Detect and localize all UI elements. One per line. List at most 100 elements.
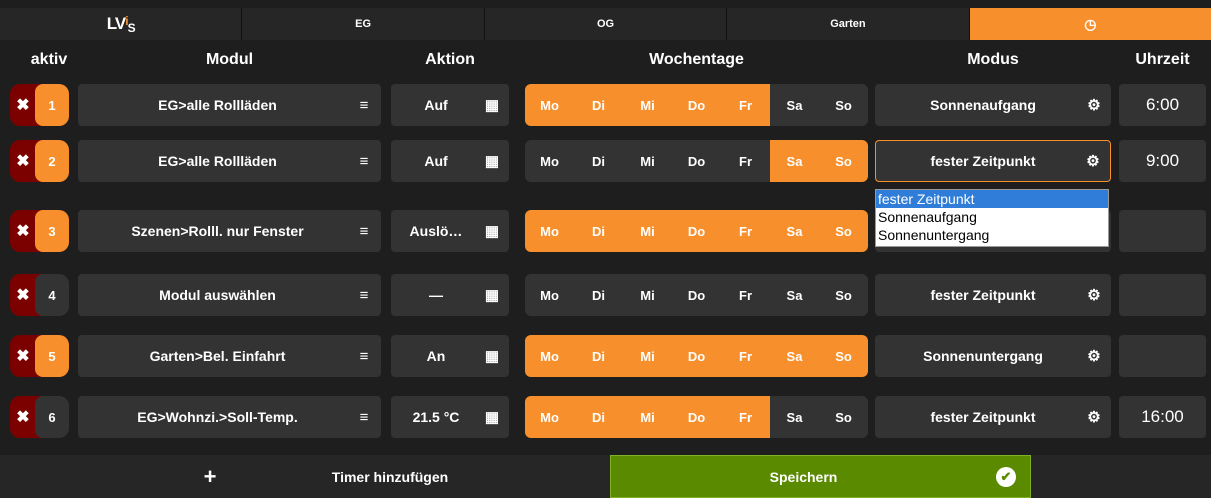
day-toggle-mi[interactable]: Mi (623, 396, 672, 438)
day-toggle-di[interactable]: Di (574, 84, 623, 126)
day-toggle-mo[interactable]: Mo (525, 274, 574, 316)
tab-timer[interactable]: ◷ (969, 8, 1211, 40)
day-toggle-fr[interactable]: Fr (721, 274, 770, 316)
day-toggle-sa[interactable]: Sa (770, 140, 819, 182)
aktion-select[interactable]: An ▦ (391, 335, 509, 377)
row-active-toggle[interactable]: ✖ 3 (10, 210, 69, 252)
modul-label: Szenen>Rolll. nur Fenster (131, 223, 304, 239)
day-toggle-fr[interactable]: Fr (721, 140, 770, 182)
day-toggle-do[interactable]: Do (672, 335, 721, 377)
tab-home-logo[interactable]: LV i S (0, 8, 243, 40)
day-toggle-di[interactable]: Di (574, 335, 623, 377)
time-input[interactable]: 6:00 (1119, 84, 1206, 126)
gear-icon: ⚙ (1086, 153, 1100, 170)
tab-garten[interactable]: Garten (727, 8, 970, 40)
timer-row: ✖ 5 Garten>Bel. Einfahrt ≡ An ▦ Mo Di Mi Do… (0, 335, 1211, 377)
time-input[interactable] (1119, 274, 1206, 316)
lvis-logo: LV i S (106, 14, 136, 35)
modus-select[interactable]: fester Zeitpunkt ⚙ (875, 396, 1111, 438)
day-toggle-mi[interactable]: Mi (623, 335, 672, 377)
delete-icon[interactable]: ✖ (10, 84, 36, 126)
day-toggle-mo[interactable]: Mo (525, 396, 574, 438)
aktion-select[interactable]: Auf ▦ (391, 84, 509, 126)
dropdown-option[interactable]: fester Zeitpunkt (876, 190, 1108, 208)
day-toggle-sa[interactable]: Sa (770, 210, 819, 252)
modus-select[interactable]: fester Zeitpunkt ⚙ (875, 274, 1111, 316)
day-toggle-di[interactable]: Di (574, 140, 623, 182)
day-toggle-fr[interactable]: Fr (721, 84, 770, 126)
row-active-toggle[interactable]: ✖ 4 (10, 274, 69, 316)
day-toggle-do[interactable]: Do (672, 140, 721, 182)
dropdown-option[interactable]: Sonnenaufgang (876, 208, 1108, 226)
time-input[interactable] (1119, 210, 1206, 252)
day-toggle-do[interactable]: Do (672, 210, 721, 252)
day-toggle-so[interactable]: So (819, 274, 868, 316)
delete-icon[interactable]: ✖ (10, 335, 36, 377)
delete-icon[interactable]: ✖ (10, 210, 36, 252)
add-timer-button[interactable]: + Timer hinzufügen (190, 455, 610, 498)
modul-select[interactable]: EG>alle Rollläden ≡ (78, 140, 381, 182)
day-toggle-so[interactable]: So (819, 84, 868, 126)
save-button[interactable]: Speichern ✔ (610, 455, 1031, 498)
row-number[interactable]: 3 (35, 210, 69, 252)
row-number[interactable]: 2 (35, 140, 69, 182)
modul-select[interactable]: Garten>Bel. Einfahrt ≡ (78, 335, 381, 377)
day-toggle-mo[interactable]: Mo (525, 140, 574, 182)
day-toggle-mi[interactable]: Mi (623, 140, 672, 182)
modus-select[interactable]: fester Zeitpunkt ⚙ (875, 140, 1111, 182)
day-toggle-fr[interactable]: Fr (721, 396, 770, 438)
weekday-selector: Mo Di Mi Do Fr Sa So (525, 335, 868, 377)
row-active-toggle[interactable]: ✖ 6 (10, 396, 69, 438)
day-toggle-do[interactable]: Do (672, 84, 721, 126)
day-toggle-so[interactable]: So (819, 396, 868, 438)
modus-dropdown-list[interactable]: fester Zeitpunkt Sonnenaufgang Sonnenunt… (875, 189, 1109, 247)
modus-select[interactable]: Sonnenaufgang ⚙ (875, 84, 1111, 126)
day-toggle-do[interactable]: Do (672, 274, 721, 316)
row-number[interactable]: 5 (35, 335, 69, 377)
row-active-toggle[interactable]: ✖ 2 (10, 140, 69, 182)
delete-icon[interactable]: ✖ (10, 274, 36, 316)
aktion-select[interactable]: Auf ▦ (391, 140, 509, 182)
modul-select[interactable]: Szenen>Rolll. nur Fenster ≡ (78, 210, 381, 252)
modul-select[interactable]: EG>alle Rollläden ≡ (78, 84, 381, 126)
tab-og[interactable]: OG (485, 8, 728, 40)
delete-icon[interactable]: ✖ (10, 396, 36, 438)
time-input[interactable]: 9:00 (1119, 140, 1206, 182)
aktion-select[interactable]: — ▦ (391, 274, 509, 316)
modul-select[interactable]: Modul auswählen ≡ (78, 274, 381, 316)
day-toggle-sa[interactable]: Sa (770, 335, 819, 377)
time-input[interactable]: 16:00 (1119, 396, 1206, 438)
modus-select[interactable]: Sonnenuntergang ⚙ (875, 335, 1111, 377)
day-toggle-sa[interactable]: Sa (770, 274, 819, 316)
day-toggle-sa[interactable]: Sa (770, 84, 819, 126)
day-toggle-di[interactable]: Di (574, 210, 623, 252)
row-active-toggle[interactable]: ✖ 1 (10, 84, 69, 126)
modul-select[interactable]: EG>Wohnzi.>Soll-Temp. ≡ (78, 396, 381, 438)
modus-label: Sonnenaufgang (930, 97, 1036, 113)
day-toggle-mi[interactable]: Mi (623, 274, 672, 316)
time-input[interactable] (1119, 335, 1206, 377)
day-toggle-sa[interactable]: Sa (770, 396, 819, 438)
row-number[interactable]: 4 (35, 274, 69, 316)
day-toggle-mo[interactable]: Mo (525, 84, 574, 126)
aktion-select[interactable]: Auslö… ▦ (391, 210, 509, 252)
day-toggle-so[interactable]: So (819, 210, 868, 252)
day-toggle-so[interactable]: So (819, 335, 868, 377)
day-toggle-fr[interactable]: Fr (721, 335, 770, 377)
day-toggle-mi[interactable]: Mi (623, 210, 672, 252)
aktion-select[interactable]: 21.5 °C ▦ (391, 396, 509, 438)
day-toggle-do[interactable]: Do (672, 396, 721, 438)
dropdown-option[interactable]: Sonnenuntergang (876, 226, 1108, 244)
tab-eg[interactable]: EG (242, 8, 485, 40)
day-toggle-so[interactable]: So (819, 140, 868, 182)
day-toggle-mi[interactable]: Mi (623, 84, 672, 126)
day-toggle-mo[interactable]: Mo (525, 335, 574, 377)
row-number[interactable]: 1 (35, 84, 69, 126)
row-number[interactable]: 6 (35, 396, 69, 438)
day-toggle-mo[interactable]: Mo (525, 210, 574, 252)
row-active-toggle[interactable]: ✖ 5 (10, 335, 69, 377)
day-toggle-di[interactable]: Di (574, 274, 623, 316)
day-toggle-fr[interactable]: Fr (721, 210, 770, 252)
day-toggle-di[interactable]: Di (574, 396, 623, 438)
delete-icon[interactable]: ✖ (10, 140, 36, 182)
